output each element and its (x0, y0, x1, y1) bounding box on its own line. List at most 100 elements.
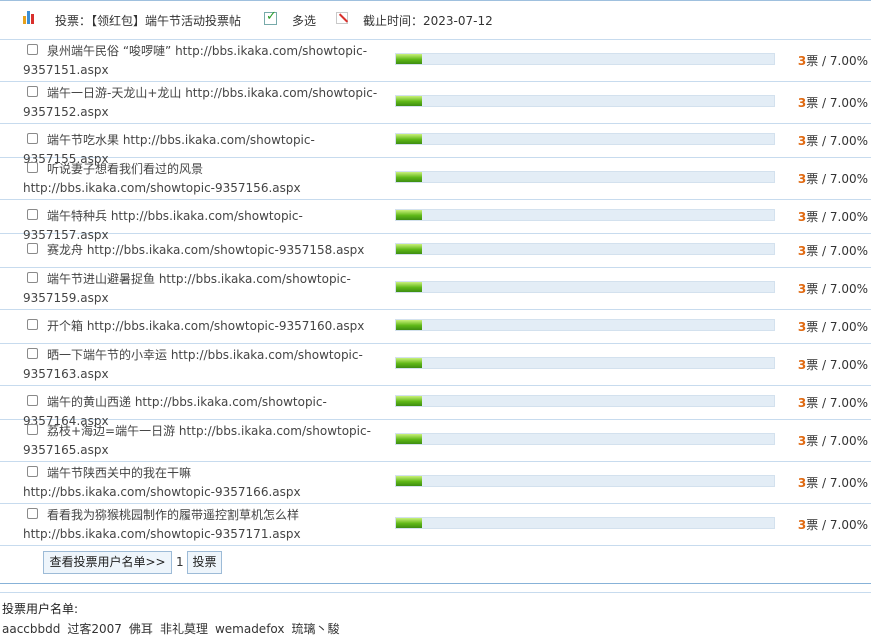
poll-option-row: 开个箱 http://bbs.ikaka.com/showtopic-93571… (0, 310, 871, 344)
vote-result: 3票 / 7.00% (798, 432, 868, 449)
vote-count: 3 (797, 96, 807, 110)
vote-result: 3票 / 7.00% (798, 356, 868, 373)
poll-option-row: 晒一下端午节的小幸运 http://bbs.ikaka.com/showtopi… (0, 344, 871, 386)
vote-separator: / (818, 96, 830, 110)
voters-title: 投票用户名单: (2, 602, 79, 616)
poll-actions: 查看投票用户名单>> 1 投票 (0, 541, 871, 584)
vote-count: 3 (797, 210, 807, 224)
option-label[interactable]: 听说妻子想看我们看过的风景 http://bbs.ikaka.com/showt… (23, 162, 301, 195)
vote-percent: 7.00% (829, 282, 868, 296)
vote-result: 3票 / 7.00% (798, 394, 868, 411)
voter-name[interactable]: 琉璃丶駿 (292, 622, 340, 636)
poll-option-row: 荔枝+海边=端午一日游 http://bbs.ikaka.com/showtop… (0, 420, 871, 462)
vote-progress-bar (395, 53, 775, 65)
option-label[interactable]: 荔枝+海边=端午一日游 http://bbs.ikaka.com/showtop… (23, 424, 371, 457)
vote-count: 3 (797, 476, 807, 490)
bar-chart-icon (23, 10, 37, 24)
vote-unit: 票 (806, 210, 819, 224)
vote-percent: 7.00% (829, 54, 868, 68)
vote-progress-fill (396, 210, 423, 220)
poll-option-row: 看看我为猕猴桃园制作的履带遥控割草机怎么样 http://bbs.ikaka.c… (0, 504, 871, 546)
vote-progress-bar (395, 433, 775, 445)
vote-percent: 7.00% (829, 476, 868, 490)
voter-name[interactable]: 佛耳 (129, 622, 153, 636)
option-label[interactable]: 赛龙舟 http://bbs.ikaka.com/showtopic-93571… (47, 243, 364, 257)
vote-separator: / (818, 282, 830, 296)
vote-progress-fill (396, 54, 423, 64)
voters-list: aaccbbdd 过客2007 佛耳 非礼莫理 wemadefox 琉璃丶駿 (2, 620, 347, 637)
vote-result: 3票 / 7.00% (798, 132, 868, 149)
option-label[interactable]: 开个箱 http://bbs.ikaka.com/showtopic-93571… (47, 319, 364, 333)
page-number[interactable]: 1 (176, 555, 184, 569)
poll-option-row: 端午节进山避暑捉鱼 http://bbs.ikaka.com/showtopic… (0, 268, 871, 310)
vote-progress-bar (395, 395, 775, 407)
vote-percent: 7.00% (829, 320, 868, 334)
option-label[interactable]: 端午一日游-天龙山+龙山 http://bbs.ikaka.com/showto… (23, 86, 377, 119)
voter-name[interactable]: 过客2007 (67, 622, 122, 636)
vote-progress-bar (395, 95, 775, 107)
vote-result: 3票 / 7.00% (798, 474, 868, 491)
option-label[interactable]: 端午节进山避暑捉鱼 http://bbs.ikaka.com/showtopic… (23, 272, 351, 305)
vote-progress-fill (396, 476, 423, 486)
vote-separator: / (818, 244, 830, 258)
vote-unit: 票 (806, 244, 819, 258)
vote-percent: 7.00% (829, 518, 868, 532)
option-label[interactable]: 晒一下端午节的小幸运 http://bbs.ikaka.com/showtopi… (23, 348, 363, 381)
option-label[interactable]: 端午节陕西关中的我在干嘛 http://bbs.ikaka.com/showto… (23, 466, 301, 499)
vote-count: 3 (797, 282, 807, 296)
vote-progress-bar (395, 243, 775, 255)
vote-percent: 7.00% (829, 172, 868, 186)
vote-unit: 票 (806, 396, 819, 410)
vote-progress-fill (396, 96, 423, 106)
poll-header: 投票：【领红包】端午节活动投票帖 多选 截止时间：2023-07-12 (0, 1, 871, 40)
vote-button[interactable]: 投票 (187, 551, 222, 574)
vote-count: 3 (797, 54, 807, 68)
vote-separator: / (818, 210, 830, 224)
deadline-text: 截止时间：2023-07-12 (363, 14, 493, 28)
vote-count: 3 (797, 396, 807, 410)
vote-separator: / (818, 396, 830, 410)
multi-select-label: 多选 (292, 14, 317, 28)
vote-result: 3票 / 7.00% (798, 242, 868, 259)
vote-percent: 7.00% (829, 244, 868, 258)
voter-name[interactable]: wemadefox (215, 622, 285, 636)
vote-percent: 7.00% (829, 396, 868, 410)
vote-unit: 票 (806, 54, 819, 68)
vote-progress-bar (395, 319, 775, 331)
vote-progress-bar (395, 475, 775, 487)
vote-percent: 7.00% (829, 134, 868, 148)
poll-title: 投票：【领红包】端午节活动投票帖 (55, 14, 242, 28)
vote-separator: / (818, 320, 830, 334)
poll-option-row: 端午节吃水果 http://bbs.ikaka.com/showtopic-93… (0, 124, 871, 166)
vote-unit: 票 (806, 434, 819, 448)
voter-name[interactable]: 非礼莫理 (160, 622, 208, 636)
poll-option-row: 端午的黄山西递 http://bbs.ikaka.com/showtopic-9… (0, 386, 871, 428)
vote-count: 3 (797, 518, 807, 532)
vote-unit: 票 (806, 172, 819, 186)
vote-separator: / (818, 358, 830, 372)
vote-result: 3票 / 7.00% (798, 280, 868, 297)
vote-count: 3 (797, 134, 807, 148)
poll-option-row: 听说妻子想看我们看过的风景 http://bbs.ikaka.com/showt… (0, 158, 871, 200)
voter-name[interactable]: aaccbbdd (2, 622, 60, 636)
vote-progress-bar (395, 517, 775, 529)
vote-count: 3 (797, 320, 807, 334)
vote-result: 3票 / 7.00% (798, 170, 868, 187)
option-label[interactable]: 看看我为猕猴桃园制作的履带遥控割草机怎么样 http://bbs.ikaka.c… (23, 508, 301, 541)
vote-count: 3 (797, 172, 807, 186)
poll-option-row: 端午一日游-天龙山+龙山 http://bbs.ikaka.com/showto… (0, 82, 871, 124)
poll-options-list: 泉州端午民俗 “唆啰嗹” http://bbs.ikaka.com/showto… (0, 40, 871, 546)
vote-separator: / (818, 134, 830, 148)
vote-result: 3票 / 7.00% (798, 208, 868, 225)
vote-progress-fill (396, 134, 423, 144)
poll-option-row: 泉州端午民俗 “唆啰嗹” http://bbs.ikaka.com/showto… (0, 40, 871, 82)
vote-result: 3票 / 7.00% (798, 52, 868, 69)
vote-unit: 票 (806, 358, 819, 372)
vote-unit: 票 (806, 518, 819, 532)
view-voters-button[interactable]: 查看投票用户名单>> (43, 551, 172, 574)
vote-progress-bar (395, 357, 775, 369)
vote-progress-fill (396, 358, 423, 368)
vote-unit: 票 (806, 320, 819, 334)
vote-progress-fill (396, 434, 423, 444)
option-label[interactable]: 泉州端午民俗 “唆啰嗹” http://bbs.ikaka.com/showto… (23, 44, 367, 77)
